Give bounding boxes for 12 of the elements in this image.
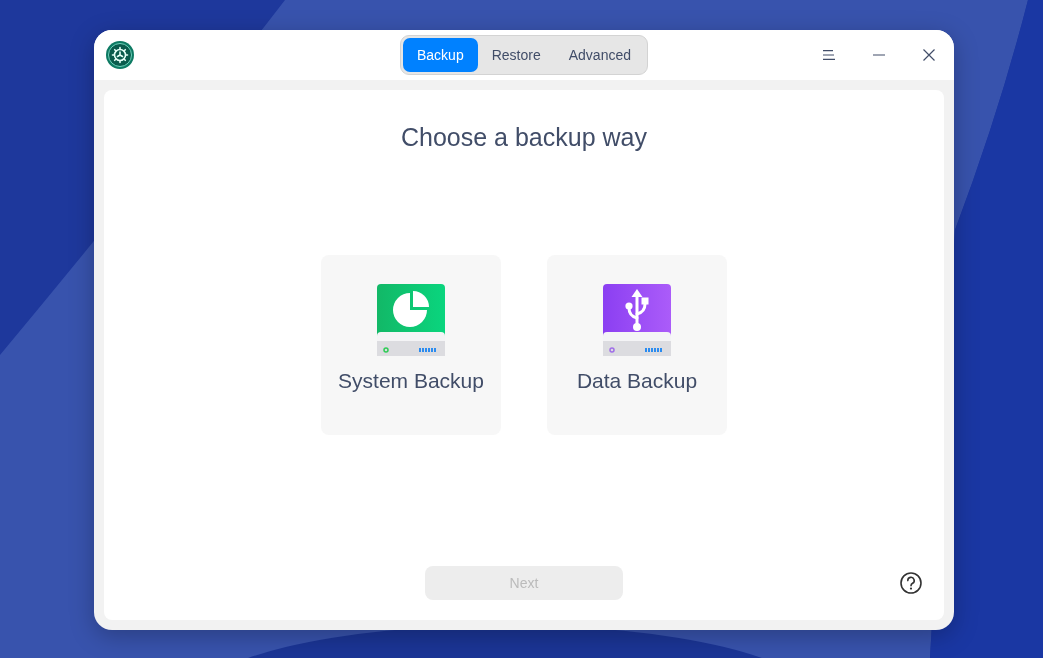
- tab[interactable]: Backup: [403, 38, 478, 72]
- backup-option-card[interactable]: System Backup: [321, 255, 501, 435]
- tab[interactable]: Restore: [477, 38, 555, 72]
- close-icon[interactable]: [923, 49, 935, 61]
- tab[interactable]: Advanced: [554, 38, 645, 72]
- help-icon[interactable]: [900, 572, 922, 594]
- backup-option-card[interactable]: Data Backup: [547, 255, 727, 435]
- menu-icon[interactable]: [823, 50, 835, 60]
- page-title: Choose a backup way: [401, 122, 647, 153]
- pie-chart-drive-icon: [377, 284, 445, 356]
- usb-drive-icon: [603, 284, 671, 356]
- gear-logo-icon: [106, 41, 134, 69]
